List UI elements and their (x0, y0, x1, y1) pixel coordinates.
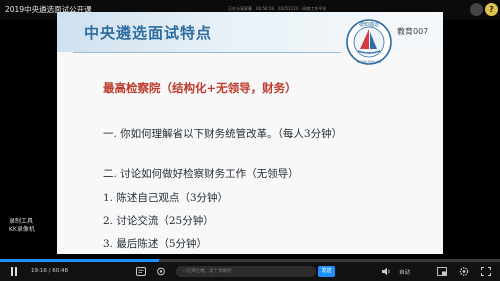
slide-line-3: 1. 陈述自己观点（3分钟） (103, 192, 229, 204)
logo-text-bottom: QIZHILINXUAN (357, 60, 382, 64)
picture-in-picture-icon[interactable] (437, 267, 447, 276)
recorder-watermark: 录制工具 KK录像机 (9, 218, 35, 234)
quality-selector[interactable]: 自动 (399, 268, 410, 276)
volume-icon[interactable] (381, 267, 391, 276)
window-menu-icon[interactable] (470, 3, 483, 16)
corner-text: 教育007 (397, 27, 429, 36)
settings-icon[interactable] (459, 267, 469, 276)
fullscreen-icon[interactable] (481, 267, 491, 276)
watermark-line-2: KK录像机 (9, 226, 35, 233)
meeting-timer: 00:58:58 (256, 6, 274, 11)
pause-icon[interactable] (10, 267, 18, 276)
help-icon[interactable]: ? (485, 3, 498, 16)
danmaku-toggle-icon[interactable] (136, 267, 146, 276)
slide-line-1: 一. 你如何理解省以下财务统管改革。（每人3分钟） (103, 128, 343, 140)
presentation-slide: 中央遴选面试特点 德知遴选 QIZHILINXUAN 教育007 最高检察院（结… (57, 12, 443, 254)
danmaku-settings-icon[interactable] (156, 267, 166, 276)
slide-line-4: 2. 讨论交流（25分钟） (103, 215, 214, 227)
logo-text-top: 德知遴选 (359, 21, 379, 28)
slide-line-5: 3. 最后陈述（5分钟） (103, 238, 208, 250)
title-divider (73, 52, 341, 53)
send-button[interactable]: 发送 (318, 266, 335, 277)
qizhi-logo: 德知遴选 QIZHILINXUAN (346, 19, 392, 65)
slide-line-2: 二. 讨论如何做好检察财务工作（无领导） (103, 168, 299, 180)
player-controls: 19:16 / 60:48 发送 自动 (0, 262, 500, 281)
danmaku-input[interactable] (176, 266, 316, 277)
time-display: 19:16 / 60:48 (31, 268, 69, 274)
slide-heading: 最高检察院（结构化+无领导，财务） (103, 81, 297, 95)
slide-title: 中央遴选面试特点 (84, 24, 213, 42)
watermark-line-1: 录制工具 (9, 218, 34, 225)
